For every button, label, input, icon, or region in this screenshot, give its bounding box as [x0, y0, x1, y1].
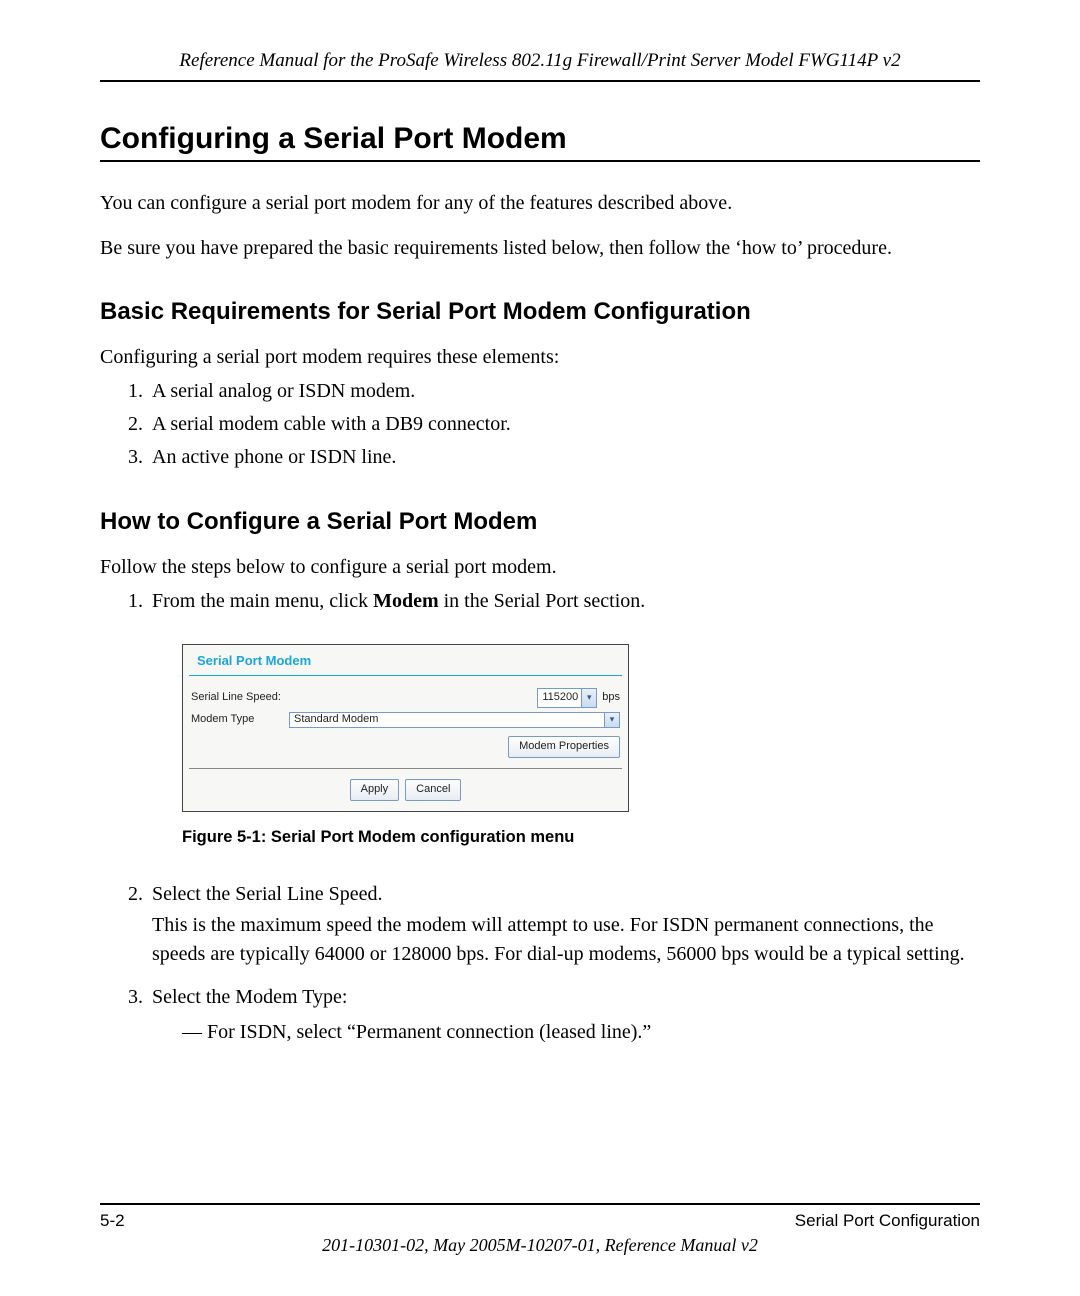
footer-page-number: 5-2 [100, 1211, 125, 1231]
howto-lead-paragraph: Follow the steps below to configure a se… [100, 554, 980, 581]
howto-steps-list: From the main menu, click Modem in the S… [100, 587, 980, 1047]
panel-separator [189, 768, 622, 769]
step-text: in the Serial Port section. [439, 590, 646, 612]
serial-port-modem-panel: Serial Port Modem Serial Line Speed: 115… [182, 644, 629, 812]
list-item: Select the Modem Type: — For ISDN, selec… [148, 983, 980, 1047]
list-item: Select the Serial Line Speed. This is th… [148, 880, 980, 969]
list-item: A serial modem cable with a DB9 connecto… [148, 410, 980, 439]
serial-line-speed-select[interactable]: 115200 ▾ [537, 688, 597, 708]
figure-caption: Figure 5-1: Serial Port Modem configurat… [182, 826, 980, 850]
select-value: Standard Modem [294, 712, 378, 728]
step-lead: Select the Serial Line Speed. [152, 883, 382, 905]
footer-section-name: Serial Port Configuration [795, 1211, 980, 1231]
serial-line-speed-label: Serial Line Speed: [191, 690, 311, 706]
step-sub-item: — For ISDN, select “Permanent connection… [182, 1018, 980, 1047]
page-footer: 5-2 Serial Port Configuration 201-10301-… [100, 1203, 980, 1256]
cancel-button[interactable]: Cancel [405, 779, 461, 801]
speed-unit-label: bps [600, 690, 620, 706]
step-text: From the main menu, click [152, 590, 373, 612]
modem-properties-button[interactable]: Modem Properties [508, 736, 620, 758]
apply-button[interactable]: Apply [350, 779, 400, 801]
page-title: Configuring a Serial Port Modem [100, 122, 980, 162]
intro-paragraph-2: Be sure you have prepared the basic requ… [100, 235, 980, 262]
list-item: An active phone or ISDN line. [148, 443, 980, 472]
footer-doc-id: 201-10301-02, May 2005M-10207-01, Refere… [100, 1235, 980, 1256]
chevron-down-icon: ▾ [581, 689, 596, 707]
modem-type-select[interactable]: Standard Modem ▾ [289, 712, 620, 728]
modem-type-row: Modem Type Standard Modem ▾ [183, 710, 628, 730]
figure-container: Serial Port Modem Serial Line Speed: 115… [182, 644, 980, 812]
serial-line-speed-row: Serial Line Speed: 115200 ▾ bps [183, 686, 628, 710]
heading-how-to: How to Configure a Serial Port Modem [100, 508, 980, 536]
chevron-down-icon: ▾ [604, 713, 619, 727]
list-item: From the main menu, click Modem in the S… [148, 587, 980, 850]
modem-type-label: Modem Type [191, 712, 283, 728]
list-item: A serial analog or ISDN modem. [148, 377, 980, 406]
step-body: This is the maximum speed the modem will… [152, 911, 980, 969]
panel-title: Serial Port Modem [189, 645, 622, 676]
running-header: Reference Manual for the ProSafe Wireles… [100, 50, 980, 82]
intro-paragraph-1: You can configure a serial port modem fo… [100, 190, 980, 217]
select-value: 115200 [542, 690, 578, 706]
basic-lead-paragraph: Configuring a serial port modem requires… [100, 344, 980, 371]
step-bold: Modem [373, 590, 439, 612]
step-lead: Select the Modem Type: [152, 986, 347, 1008]
heading-basic-requirements: Basic Requirements for Serial Port Modem… [100, 298, 980, 326]
basic-requirements-list: A serial analog or ISDN modem. A serial … [100, 377, 980, 472]
